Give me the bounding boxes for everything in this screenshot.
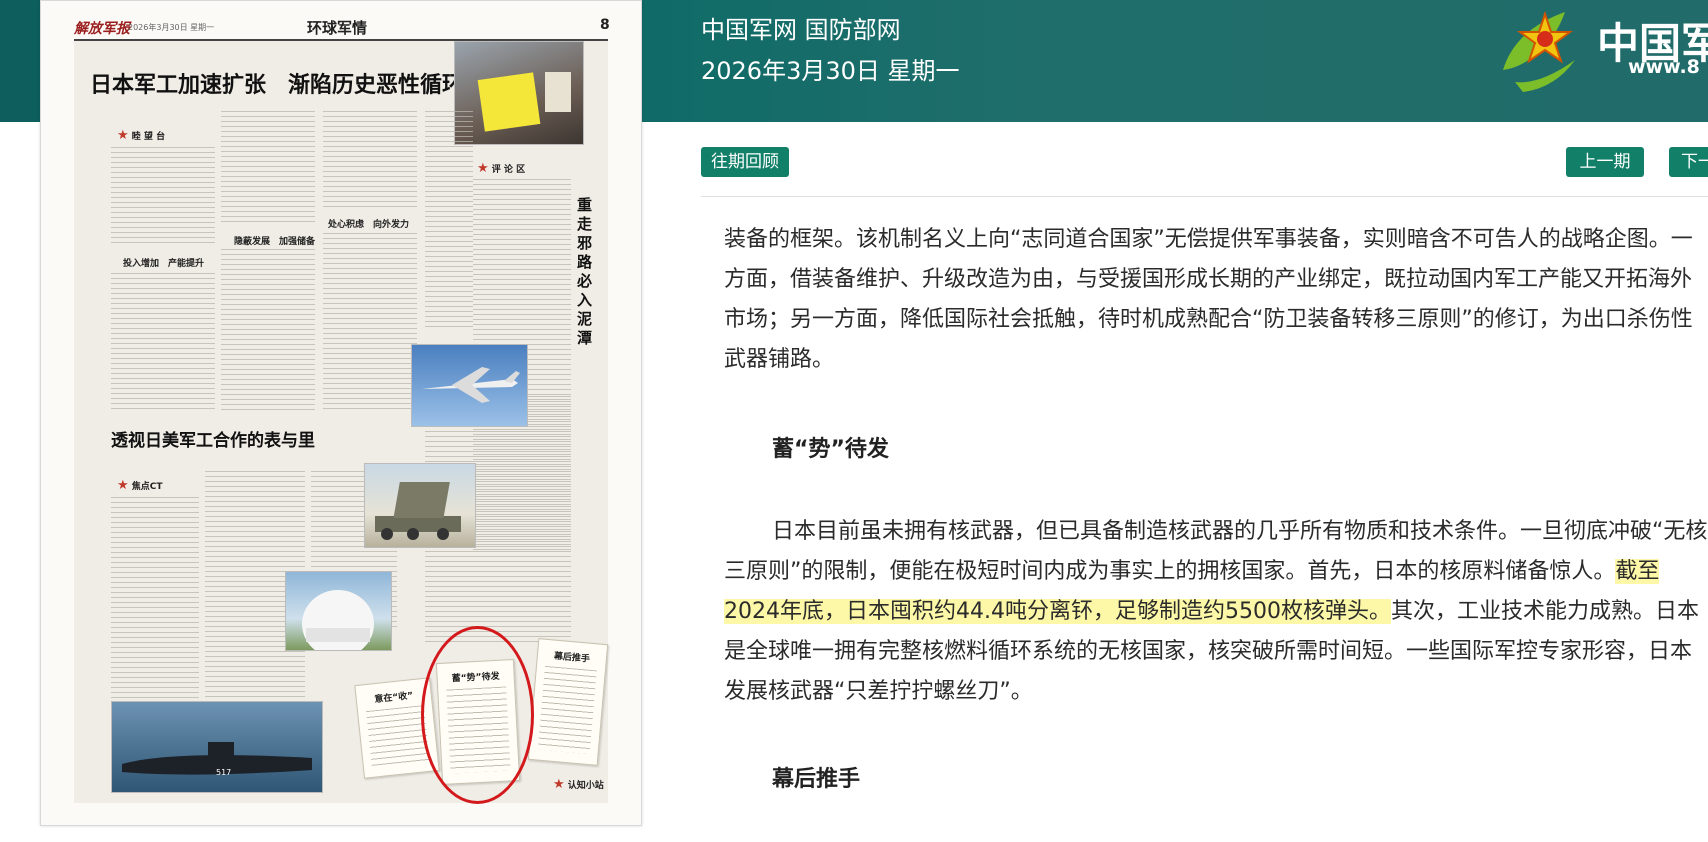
paper-text-block [111, 273, 215, 413]
star-icon: ★ [117, 478, 129, 493]
logo-url: www.8 [1628, 56, 1700, 78]
paper-subheadline: 透视日美军工合作的表与里 [111, 431, 315, 451]
paper-text-block [323, 111, 417, 209]
article-paragraph: 装备的框架。该机制名义上向“志同道合国家”无偿提供军事装备，实则暗含不可告人的战… [724, 227, 1693, 372]
paper-text-block [323, 233, 417, 413]
paper-col-head: ★ 睦 望 台 [117, 128, 166, 143]
site-name: 中国军网 国防部网 [701, 16, 901, 44]
aircraft-photo [411, 344, 528, 427]
star-icon: ★ [553, 777, 565, 792]
paragraph-text: 日本目前虽未拥有核武器，但已具备制造核武器的几乎所有物质和技术条件。一旦彻底冲破… [724, 519, 1708, 584]
star-icon: ★ [477, 161, 489, 176]
paper-col-head: ★ 焦点CT [117, 478, 163, 493]
next-issue-button[interactable]: 下一 [1669, 147, 1708, 177]
paper-text-block [221, 111, 315, 223]
army-emblem-icon [1503, 10, 1575, 92]
divider [701, 196, 1708, 197]
radar-dome-photo [285, 571, 392, 658]
section-heading: 幕后推手 [772, 767, 861, 792]
paper-date: 2026年3月30日 星期一 [128, 23, 215, 32]
past-issues-button[interactable]: 往期回顾 [701, 147, 789, 177]
paper-col-head: 隐蔽发展 加强储备 [234, 237, 316, 247]
paper-text-block [111, 147, 215, 243]
paper-col-head: ★ 评 论 区 [477, 161, 526, 176]
protest-photo [454, 41, 584, 145]
submarine-photo: 517 [111, 701, 323, 793]
paper-col-head: 投入增加 产能提升 [123, 259, 205, 269]
star-icon: ★ [117, 128, 129, 143]
paper-masthead: 解放军报 [74, 21, 130, 37]
launcher-photo [364, 463, 476, 548]
paper-section-title: 环球军情 [307, 19, 368, 37]
submarine-icon: 517 [122, 742, 312, 777]
newspaper-page-image[interactable]: 解放军报 2026年3月30日 星期一 环球军情 8 日本军工加速扩张 渐陷历史… [40, 0, 642, 826]
paper-page-number: 8 [600, 17, 610, 33]
svg-text:517: 517 [216, 768, 231, 777]
issue-date: 2026年3月30日 星期一 [701, 57, 960, 85]
paper-text-block [111, 497, 199, 717]
paper-col-head: 处心积虑 向外发力 [328, 220, 410, 230]
prev-issue-button[interactable]: 上一期 [1566, 147, 1644, 177]
protest-sign-icon [477, 72, 571, 132]
highlight-circle [421, 626, 534, 804]
paper-vertical-title: 重走邪路 必入泥潭 [577, 196, 607, 347]
paper-text-block [221, 249, 315, 413]
note-card: 幕后推手 [527, 638, 609, 766]
radar-dome-icon [302, 590, 374, 658]
site-logo[interactable]: 中国军 www.8 [1495, 0, 1708, 96]
article-paragraph: 日本目前虽未拥有核武器，但已具备制造核武器的几乎所有物质和技术条件。一旦彻底冲破… [724, 512, 1708, 712]
paper-col-head: ★ 认知小站 [553, 777, 604, 792]
paper-headline: 日本军工加速扩张 渐陷历史恶性循环 [90, 72, 465, 98]
aircraft-icon [422, 367, 520, 403]
launcher-icon [375, 482, 461, 540]
paper-text-block [425, 111, 473, 331]
section-heading: 蓄“势”待发 [772, 437, 889, 462]
